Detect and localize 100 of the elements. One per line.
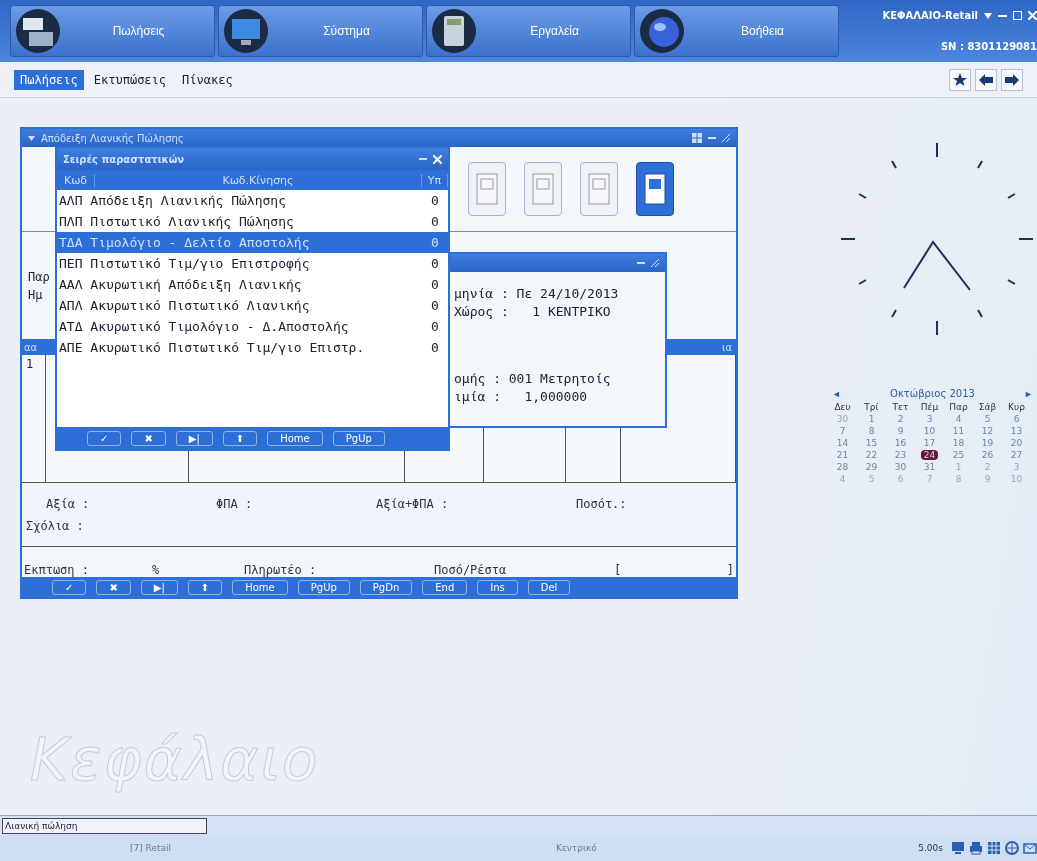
window-title: Απόδειξη Λιανικής Πώλησης [41,132,184,144]
payment-label: Ποσό/Ρέστα [434,563,508,577]
calendar-day[interactable]: 15 [862,438,881,448]
calendar-day[interactable]: 30 [891,462,910,472]
printer-icon [969,841,983,855]
info-line: μηνία : Πε 24/10/2013 [454,286,620,301]
calendar-day[interactable]: 26 [978,450,997,460]
status-text: 5.00s [918,843,943,853]
calendar-day[interactable]: 29 [862,462,881,472]
minimize-icon [419,158,427,160]
calendar-day[interactable]: 1 [952,462,965,472]
calendar-day[interactable]: 7 [836,426,849,436]
calendar-day[interactable]: 2 [981,462,994,472]
info-line: ομής : 001 Μετρητοίς [454,371,612,386]
calendar-day[interactable]: 21 [833,450,852,460]
calendar-day[interactable]: 10 [920,426,939,436]
menu-tab[interactable]: Πίνακες [176,69,239,90]
weekday-label: Παρ [949,402,968,412]
calendar-day[interactable]: 20 [1007,438,1026,448]
series-row[interactable]: ΠΛΠ Πιστωτικό Λιανικής Πώλησης 0 [57,211,448,232]
key-button[interactable]: ✖ [131,430,166,446]
calendar-day[interactable]: 28 [833,462,852,472]
series-row[interactable]: ΑΠΛ Ακυρωτικό Πιστωτικό Λιανικής 0 [57,295,448,316]
calendar-day[interactable]: 8 [865,426,878,436]
key-button[interactable]: ▶| [175,430,213,446]
calendar-day[interactable]: 11 [949,426,968,436]
next-month-button[interactable]: ► [1024,388,1033,399]
module-button[interactable]: Πωλήσεις [10,5,215,57]
calendar-day[interactable]: 24 [920,450,939,460]
series-row[interactable]: ΤΔΑ Τιμολόγιο - Δελτίο Αποστολής 0 [57,232,448,253]
calendar-day[interactable]: 4 [952,414,965,424]
calendar-day[interactable]: 23 [891,450,910,460]
key-button[interactable]: ✓ [52,579,87,595]
calendar-day[interactable]: 5 [865,474,878,484]
calendar-day[interactable]: 8 [952,474,965,484]
calendar-day[interactable]: 2 [894,414,907,424]
key-button[interactable]: End [422,579,468,595]
calendar-day[interactable]: 18 [949,438,968,448]
monitor-icon [951,841,965,855]
key-button[interactable]: ▶| [140,579,178,595]
key-button[interactable]: PgUp [332,430,385,446]
calendar-day[interactable]: 22 [862,450,881,460]
calendar-day[interactable]: 17 [920,438,939,448]
total-label: Ποσότ.: [575,496,628,511]
series-row[interactable]: ΠΕΠ Πιστωτικό Τιμ/γιο Επιστροφής 0 [57,253,448,274]
calendar-day[interactable]: 3 [1010,462,1023,472]
balance-cell-text: 0 [430,277,440,292]
previous-month-button[interactable]: ◄ [832,388,841,399]
series-row[interactable]: ΑΤΔ Ακυρωτικό Τιμολόγιο - Δ.Αποστολής 0 [57,316,448,337]
status-text: [7] Retail [130,843,172,853]
total-label: Αξία+ΦΠΑ : [375,496,450,511]
document-icon [588,173,610,205]
key-button[interactable]: ⬆ [187,579,223,595]
module-button[interactable]: Σύστημα [218,5,423,57]
calendar-day[interactable]: 4 [836,474,849,484]
calendar-day[interactable]: 14 [833,438,852,448]
calendar-day[interactable]: 25 [949,450,968,460]
calendar-day[interactable]: 9 [981,474,994,484]
key-button[interactable]: Ins [477,579,518,595]
key-button[interactable]: Del [527,579,571,595]
calendar-day[interactable]: 27 [1007,450,1026,460]
key-button[interactable]: Home [267,430,323,446]
menu-tab[interactable]: Εκτυπώσεις [87,69,173,90]
calendar-day[interactable]: 16 [891,438,910,448]
series-row[interactable]: ΑΛΠ Απόδειξη Λιανικής Πώλησης 0 [57,190,448,211]
calendar-day[interactable]: 13 [1007,426,1026,436]
calendar-day[interactable]: 31 [920,462,939,472]
module-button[interactable]: Βοήθεια [634,5,839,57]
key-button[interactable]: ⬆ [222,430,258,446]
app-title: ΚΕΦΑΛΑΙΟ-Retail [882,10,978,21]
calendar-day[interactable]: 19 [978,438,997,448]
series-row[interactable]: ΑΠΕ Ακυρωτικό Πιστωτικό Τιμ/γιο Επιστρ. 0 [57,337,448,358]
key-button[interactable]: PgDn [359,579,413,595]
calendar-day[interactable]: 30 [833,414,852,424]
row-text: ΤΔΑ Τιμολόγιο - Δελτίο Αποστολής [59,235,311,250]
key-button[interactable]: Home [232,579,288,595]
series-row[interactable]: ΑΑΛ Ακυρωτική Απόδειξη Λιανικής 0 [57,274,448,295]
module-button[interactable]: Εργαλεία [426,5,631,57]
menu-tab[interactable]: Πωλήσεις [14,69,84,90]
key-button[interactable]: ✓ [87,430,122,446]
calendar-day[interactable]: 6 [1010,414,1023,424]
document-button[interactable] [636,162,674,216]
minimize-icon [637,262,645,264]
calendar-day[interactable]: 12 [978,426,997,436]
key-button[interactable]: PgUp [297,579,350,595]
row-text: ΠΛΠ Πιστωτικό Λιανικής Πώλησης [59,214,295,229]
calendar-day[interactable]: 3 [923,414,936,424]
weekday-label: Κυρ [1008,402,1025,412]
row-text: ΑΠΛ Ακυρωτικό Πιστωτικό Λιανικής [59,298,311,313]
status-field[interactable]: Λιανική πώληση [2,817,207,834]
calendar-day[interactable]: 10 [1007,474,1026,484]
calendar-day[interactable]: 5 [981,414,994,424]
globe-icon [639,8,685,54]
calendar-day[interactable]: 9 [894,426,907,436]
total-label: Αξία : [45,496,91,511]
field-label: Παρ [28,269,50,284]
calendar-day[interactable]: 1 [865,414,878,424]
key-button[interactable]: ✖ [96,579,131,595]
calendar-day[interactable]: 7 [923,474,936,484]
calendar-day[interactable]: 6 [894,474,907,484]
